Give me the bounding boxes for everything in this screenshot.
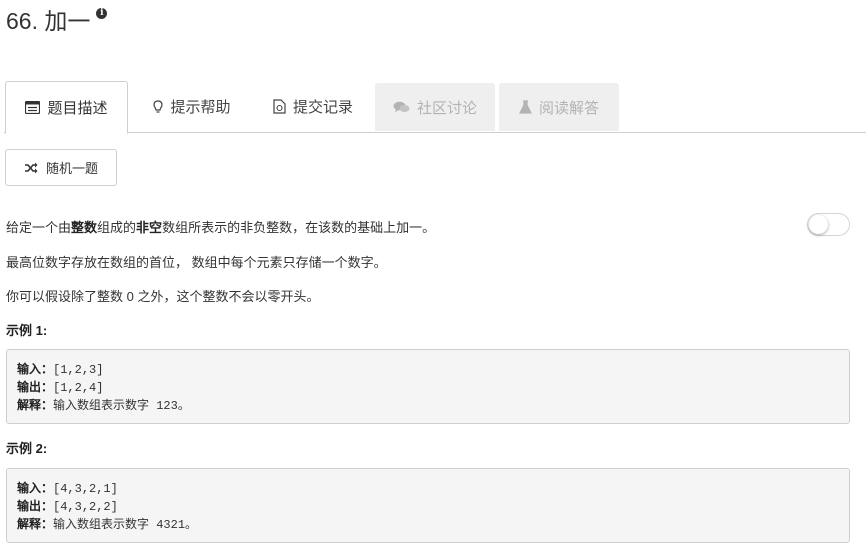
- problem-title: 66. 加一: [6, 8, 91, 34]
- example-input-line: 输入：[1,2,3]: [17, 360, 839, 378]
- tab-divider: [4, 132, 866, 133]
- tab-discuss[interactable]: 社区讨论: [375, 83, 495, 131]
- text-segment: 给定一个由: [6, 220, 72, 235]
- tab-label: 社区讨论: [416, 99, 477, 117]
- explain-key: 解释：: [17, 398, 54, 412]
- tab-label: 提示帮助: [170, 99, 231, 116]
- explain-value: 输入数组表示数字 4321。: [53, 518, 198, 532]
- toggle-knob: [809, 215, 828, 234]
- output-key: 输出：: [17, 499, 54, 513]
- info-icon[interactable]: i: [96, 7, 108, 19]
- example-input-line: 输入：[4,3,2,1]: [17, 479, 839, 497]
- tab-label: 题目描述: [47, 100, 108, 117]
- explain-value: 输入数组表示数字 123。: [53, 399, 190, 413]
- tab-bar: 题目描述 提示帮助 提交记录 社区讨论 阅读解答: [4, 81, 866, 134]
- shuffle-icon: [24, 162, 38, 174]
- random-button-label: 随机一题: [45, 161, 98, 176]
- text-segment: 组成的: [97, 220, 137, 235]
- tab-hints[interactable]: 提示帮助: [132, 81, 252, 132]
- example-explain-line: 解释：输入数组表示数字 123。: [17, 396, 839, 414]
- random-question-button[interactable]: 随机一题: [5, 149, 117, 186]
- example-explain-line: 解释：输入数组表示数字 4321。: [17, 515, 839, 533]
- list-icon: [25, 101, 41, 114]
- input-value: [1,2,3]: [53, 363, 104, 377]
- example-output-line: 输出：[1,2,4]: [17, 378, 839, 396]
- output-key: 输出：: [17, 380, 54, 394]
- example-output-line: 输出：[4,3,2,2]: [17, 497, 839, 515]
- document-icon: [273, 99, 286, 114]
- description-paragraph-2: 最高位数字存放在数组的首位， 数组中每个元素只存储一个数字。: [6, 255, 387, 270]
- tab-solution[interactable]: 阅读解答: [499, 83, 619, 131]
- text-bold-integer: 整数: [71, 220, 98, 235]
- comments-icon: [393, 101, 410, 114]
- description-paragraph-3: 你可以假设除了整数 0 之外，这个整数不会以零开头。: [6, 289, 320, 304]
- output-value: [4,3,2,2]: [53, 500, 118, 514]
- flask-icon: [519, 100, 532, 114]
- example-1-code: 输入：[1,2,3] 输出：[1,2,4] 解释：输入数组表示数字 123。: [6, 349, 850, 424]
- text-segment: 数组所表示的非负整数，在该数的基础上加一。: [162, 220, 436, 235]
- tab-label: 提交记录: [292, 99, 353, 116]
- output-value: [1,2,4]: [53, 381, 104, 395]
- lightbulb-icon: [153, 99, 164, 114]
- example-2-code: 输入：[4,3,2,1] 输出：[4,3,2,2] 解释：输入数组表示数字 43…: [6, 468, 850, 543]
- toggle-switch[interactable]: [807, 213, 850, 236]
- input-key: 输入：: [17, 362, 54, 376]
- explain-key: 解释：: [17, 517, 54, 531]
- tab-label: 阅读解答: [538, 99, 599, 117]
- tab-description[interactable]: 题目描述: [5, 81, 128, 134]
- description-paragraph-1: 给定一个由整数组成的非空数组所表示的非负整数，在该数的基础上加一。: [6, 217, 435, 236]
- page-title: 66. 加一 i: [6, 2, 108, 36]
- text-bold-nonempty: 非空: [136, 220, 163, 235]
- example-2-label: 示例 2:: [6, 441, 48, 456]
- example-1-label: 示例 1:: [6, 323, 48, 338]
- input-key: 输入：: [17, 481, 54, 495]
- input-value: [4,3,2,1]: [53, 482, 118, 496]
- tab-submissions[interactable]: 提交记录: [253, 81, 373, 132]
